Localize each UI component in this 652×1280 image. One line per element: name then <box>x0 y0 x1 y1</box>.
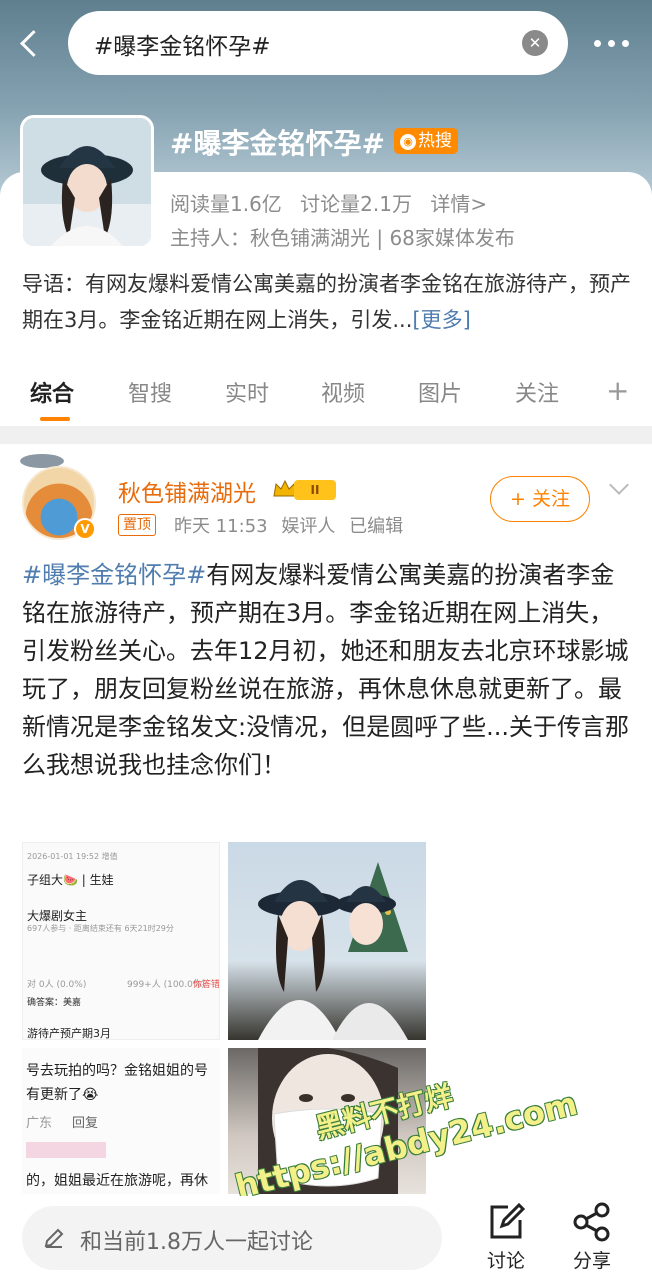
post-role: 娱评人 <box>281 516 336 537</box>
bottom-bar: 和当前1.8万人一起讨论 讨论 分享 <box>0 1196 652 1280</box>
post-image-2[interactable] <box>228 842 426 1040</box>
ss-text: 广东 <box>26 1116 53 1131</box>
add-tab-icon[interactable]: + <box>606 374 629 407</box>
topic-stats: 阅读量1.6亿 讨论量2.1万 详情> <box>170 188 499 217</box>
ss-text: 2026-01-01 19:52 增值 <box>27 852 118 861</box>
comment-placeholder: 和当前1.8万人一起讨论 <box>80 1230 313 1255</box>
intro-text: 导语：有网友爆料爱情公寓美嘉的扮演者李金铭在旅游待产，预产期在3月。李金铭近期在… <box>22 272 631 332</box>
discussion-count: 讨论量2.1万 <box>300 192 412 216</box>
ss-text: 确答案：美嘉 <box>27 998 82 1008</box>
post-time: 昨天 11:53 <box>174 516 268 537</box>
back-button[interactable] <box>14 24 50 64</box>
pinned-badge: 置顶 <box>118 514 156 536</box>
tab-smart-search[interactable]: 智搜 <box>128 376 172 408</box>
discuss-button[interactable]: 讨论 <box>476 1202 536 1278</box>
post-image-1[interactable]: 2026-01-01 19:52 增值 子组大🍉 | 生娃 大爆剧女主 697人… <box>22 842 220 1040</box>
search-input[interactable]: #曝李金铭怀孕# <box>94 27 271 61</box>
post-text: 有网友爆料爱情公寓美嘉的扮演者李金铭在旅游待产，预产期在3月。李金铭近期在网上消… <box>22 561 629 779</box>
topic-intro: 导语：有网友爆料爱情公寓美嘉的扮演者李金铭在旅游待产，预产期在3月。李金铭近期在… <box>22 266 632 338</box>
follow-button[interactable]: + 关注 <box>490 476 590 522</box>
hot-badge-label: 热搜 <box>418 131 452 151</box>
section-divider <box>0 426 652 444</box>
clear-icon[interactable]: ✕ <box>522 30 548 56</box>
tab-realtime[interactable]: 实时 <box>225 376 269 408</box>
tab-pictures[interactable]: 图片 <box>418 376 462 408</box>
post-username[interactable]: 秋色铺满湖光 <box>118 474 256 508</box>
ss-text: 的，姐姐最近在旅游呢，再休 <box>26 1173 208 1189</box>
intro-more-link[interactable]: [更多] <box>412 308 470 332</box>
details-link[interactable]: 详情> <box>430 192 487 216</box>
read-count: 阅读量1.6亿 <box>170 192 282 216</box>
ss-text: 回复 <box>72 1116 99 1131</box>
ss-text: 697人参与 · 距离结束还有 6天21时29分 <box>27 924 174 933</box>
chevron-down-icon[interactable] <box>609 475 629 495</box>
level-badge: II <box>294 480 336 500</box>
ss-text: 游待产预产期3月 <box>27 1027 111 1040</box>
ss-text: 子组大🍉 | 生娃 <box>27 873 114 887</box>
ss-text: 大爆剧女主 <box>27 909 88 923</box>
edit-icon <box>490 1202 526 1239</box>
tab-video[interactable]: 视频 <box>321 376 365 408</box>
discuss-label: 讨论 <box>486 1250 525 1272</box>
ss-text: 对 0人 (0.0%) <box>27 980 87 990</box>
ss-text: 号去玩拍的吗？金铭姐姐的号 <box>26 1063 208 1079</box>
topic-title: #曝李金铭怀孕# <box>170 127 385 160</box>
more-options-button[interactable] <box>590 30 634 56</box>
post-meta: 昨天 11:53 娱评人 已编辑 <box>174 512 411 538</box>
post-image-3[interactable]: 号去玩拍的吗？金铭姐姐的号 有更新了😭 广东 回复 的，姐姐最近在旅游呢，再休 <box>22 1048 220 1194</box>
comment-input[interactable]: 和当前1.8万人一起讨论 <box>22 1206 442 1270</box>
share-button[interactable]: 分享 <box>562 1202 622 1278</box>
active-tab-indicator <box>40 417 70 421</box>
tab-bar: 综合 智搜 实时 视频 图片 关注 + <box>0 370 652 426</box>
post-edited: 已编辑 <box>349 516 404 537</box>
topic-thumbnail[interactable] <box>20 115 154 249</box>
blurred-name <box>26 1142 106 1158</box>
pencil-icon <box>44 1228 64 1248</box>
share-icon <box>573 1202 610 1242</box>
post-hashtag[interactable]: #曝李金铭怀孕# <box>22 561 206 589</box>
hot-icon: ◉ <box>400 134 416 150</box>
ss-text: 有更新了😭 <box>26 1087 99 1103</box>
share-label: 分享 <box>572 1250 611 1272</box>
hot-search-badge: ◉ 热搜 <box>394 128 458 154</box>
search-bar[interactable]: #曝李金铭怀孕# ✕ <box>68 11 568 75</box>
topic-host: 主持人：秋色铺满湖光 | 68家媒体发布 <box>170 226 515 250</box>
ss-text: 你答错了 <box>193 980 220 990</box>
verified-badge-icon: V <box>74 518 96 540</box>
tab-comprehensive[interactable]: 综合 <box>30 376 74 408</box>
tab-following[interactable]: 关注 <box>515 376 559 408</box>
post-body: #曝李金铭怀孕#有网友爆料爱情公寓美嘉的扮演者李金铭在旅游待产，预产期在3月。李… <box>22 556 634 784</box>
